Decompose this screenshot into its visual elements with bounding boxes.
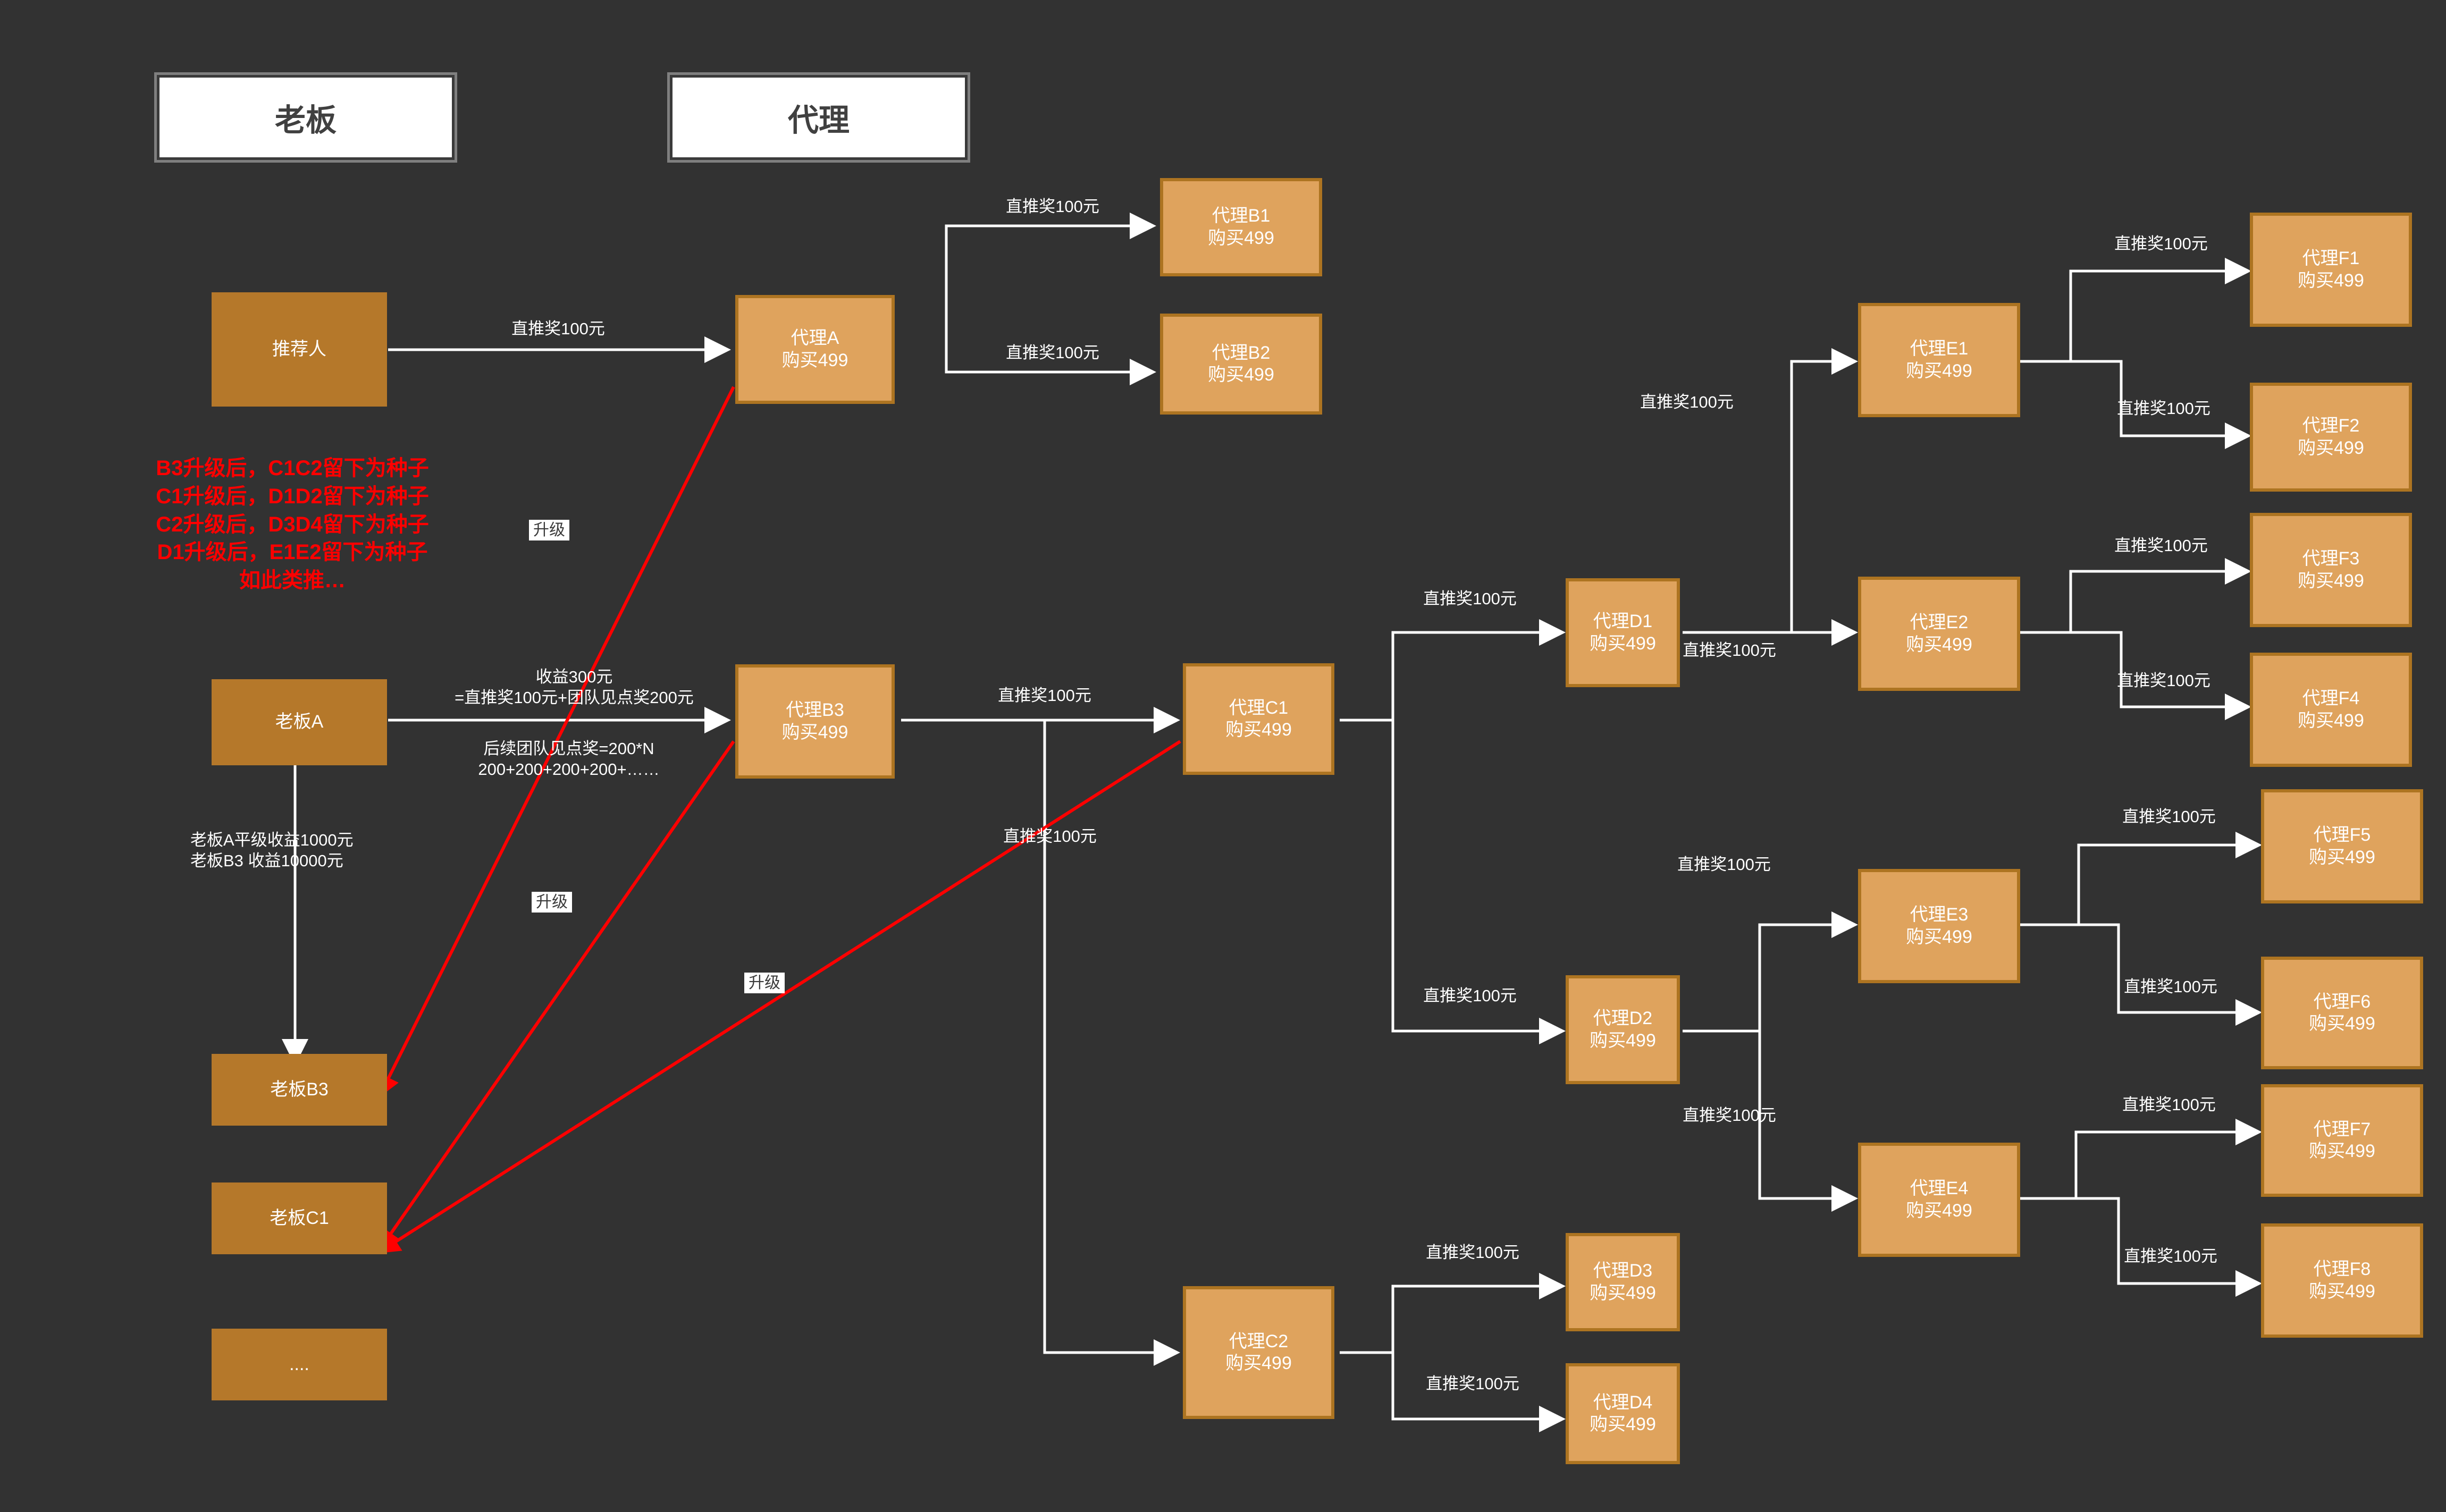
node-boss-a-label: 老板A <box>275 712 324 732</box>
node-agent-f2[interactable]: 代理F2 购买499 <box>2250 383 2412 492</box>
node-agent-f4[interactable]: 代理F4 购买499 <box>2250 653 2412 767</box>
node-agent-f6[interactable]: 代理F6 购买499 <box>2261 957 2423 1069</box>
edge-label-e3-to-f5: 直推奖100元 <box>2122 807 2216 826</box>
node-agent-d2-label: 代理D2 购买499 <box>1590 1008 1656 1051</box>
edge-label-d1-to-e2: 直推奖100元 <box>1683 641 1776 660</box>
node-agent-f8[interactable]: 代理F8 购买499 <box>2261 1223 2423 1338</box>
node-agent-f5[interactable]: 代理F5 购买499 <box>2261 789 2423 903</box>
node-agent-a-label: 代理A 购买499 <box>781 328 848 370</box>
edge-label-ref-to-a: 直推奖100元 <box>511 319 605 338</box>
node-boss-c1-label: 老板C1 <box>270 1207 329 1228</box>
edge-label-e4-to-f8: 直推奖100元 <box>2124 1247 2217 1265</box>
edge-label-d1-to-e1: 直推奖100元 <box>1640 393 1734 411</box>
node-agent-b1[interactable]: 代理B1 购买499 <box>1160 178 1322 276</box>
node-agent-d1[interactable]: 代理D1 购买499 <box>1566 578 1680 687</box>
edge-label-b3-to-c1: 直推奖100元 <box>998 686 1091 705</box>
edge-label-c1-to-d1: 直推奖100元 <box>1423 589 1517 608</box>
edge-label-c2-to-d3: 直推奖100元 <box>1426 1243 1519 1262</box>
node-agent-d4[interactable]: 代理D4 购买499 <box>1566 1363 1680 1464</box>
node-agent-a[interactable]: 代理A 购买499 <box>735 295 895 404</box>
node-agent-c1[interactable]: 代理C1 购买499 <box>1183 663 1334 775</box>
node-agent-b3-label: 代理B3 购买499 <box>781 700 848 742</box>
node-agent-f1-label: 代理F1 购买499 <box>2298 248 2364 291</box>
node-agent-d1-label: 代理D1 购买499 <box>1590 611 1656 654</box>
node-agent-d3-label: 代理D3 购买499 <box>1590 1261 1656 1303</box>
node-agent-b2[interactable]: 代理B2 购买499 <box>1160 314 1322 415</box>
edge-label-a-to-b1: 直推奖100元 <box>1006 197 1099 216</box>
node-agent-b1-label: 代理B1 购买499 <box>1208 206 1274 248</box>
upgrade-tag-3: 升级 <box>744 973 785 993</box>
node-agent-f8-label: 代理F8 购买499 <box>2309 1259 2375 1302</box>
edge-label-b3-to-c2: 直推奖100元 <box>1003 827 1097 846</box>
node-agent-b2-label: 代理B2 购买499 <box>1208 342 1274 385</box>
boss-header-label: 老板 <box>157 75 455 160</box>
edge-label-d2-to-e4: 直推奖100元 <box>1683 1106 1776 1125</box>
node-agent-e4[interactable]: 代理E4 购买499 <box>1858 1143 2020 1257</box>
node-agent-e3-label: 代理E3 购买499 <box>1906 905 1972 947</box>
agent-header-box: 代理 <box>667 72 970 163</box>
node-agent-f6-label: 代理F6 购买499 <box>2309 991 2375 1034</box>
node-agent-f3-label: 代理F3 购买499 <box>2298 548 2364 591</box>
node-agent-c2[interactable]: 代理C2 购买499 <box>1183 1286 1334 1419</box>
edge-label-c2-to-d4: 直推奖100元 <box>1426 1374 1519 1393</box>
node-boss-more-label: .... <box>289 1354 309 1374</box>
node-referrer-label: 推荐人 <box>272 339 326 359</box>
node-agent-c2-label: 代理C2 购买499 <box>1225 1331 1292 1373</box>
node-agent-e2[interactable]: 代理E2 购买499 <box>1858 577 2020 691</box>
node-agent-e2-label: 代理E2 购买499 <box>1906 612 1972 655</box>
edge-label-e1-to-f1: 直推奖100元 <box>2114 234 2208 253</box>
node-agent-e4-label: 代理E4 购买499 <box>1906 1178 1972 1221</box>
node-agent-f7-label: 代理F7 购买499 <box>2309 1119 2375 1161</box>
node-boss-c1[interactable]: 老板C1 <box>212 1182 387 1254</box>
node-referrer[interactable]: 推荐人 <box>212 292 387 407</box>
edge-label-bossa-note-below: 后续团队见点奖=200*N 200+200+200+200+…… <box>478 739 660 779</box>
node-agent-d2[interactable]: 代理D2 购买499 <box>1566 975 1680 1084</box>
node-agent-f5-label: 代理F5 购买499 <box>2309 825 2375 867</box>
edge-label-e2-to-f4: 直推奖100元 <box>2117 671 2210 690</box>
edge-label-e2-to-f3: 直推奖100元 <box>2114 536 2208 555</box>
node-agent-d3[interactable]: 代理D3 购买499 <box>1566 1233 1680 1331</box>
edge-label-e3-to-f6: 直推奖100元 <box>2124 977 2217 996</box>
edge-label-a-to-b2: 直推奖100元 <box>1006 343 1099 362</box>
node-agent-e1[interactable]: 代理E1 购买499 <box>1858 303 2020 417</box>
node-agent-c1-label: 代理C1 购买499 <box>1225 697 1292 740</box>
node-agent-f1[interactable]: 代理F1 购买499 <box>2250 213 2412 327</box>
edge-label-c1-to-d2: 直推奖100元 <box>1423 986 1517 1005</box>
node-boss-b3-label: 老板B3 <box>270 1079 329 1100</box>
edge-label-bossa-to-b3: 收益300元 =直推奖100元+团队见点奖200元 <box>455 668 694 707</box>
node-agent-d4-label: 代理D4 购买499 <box>1590 1392 1656 1434</box>
agent-header-label: 代理 <box>670 75 968 160</box>
node-boss-a[interactable]: 老板A <box>212 679 387 765</box>
diagram-canvas: 老板 代理 推荐人 老板A 老板B3 老板C1 .... 代理A 购买499 代… <box>0 0 2446 1512</box>
upgrade-tag-1: 升级 <box>529 520 569 540</box>
edge-label-d2-to-e3: 直推奖100元 <box>1677 855 1771 874</box>
node-agent-e1-label: 代理E1 购买499 <box>1906 339 1972 381</box>
node-agent-b3[interactable]: 代理B3 购买499 <box>735 664 895 779</box>
edge-label-e1-to-f2: 直推奖100元 <box>2117 399 2210 418</box>
node-agent-f2-label: 代理F2 购买499 <box>2298 416 2364 458</box>
node-agent-f7[interactable]: 代理F7 购买499 <box>2261 1084 2423 1197</box>
edge-label-bossa-down: 老板A平级收益1000元 老板B3 收益10000元 <box>190 831 354 870</box>
edge-label-e4-to-f7: 直推奖100元 <box>2122 1095 2216 1114</box>
node-agent-e3[interactable]: 代理E3 购买499 <box>1858 869 2020 983</box>
upgrade-tag-2: 升级 <box>532 892 572 913</box>
node-agent-f3[interactable]: 代理F3 购买499 <box>2250 513 2412 627</box>
node-boss-more[interactable]: .... <box>212 1329 387 1400</box>
node-agent-f4-label: 代理F4 购买499 <box>2298 688 2364 731</box>
boss-header-box: 老板 <box>154 72 457 163</box>
seed-rule-note: B3升级后，C1C2留下为种子 C1升级后，D1D2留下为种子 C2升级后，D3… <box>156 457 429 593</box>
node-boss-b3[interactable]: 老板B3 <box>212 1054 387 1126</box>
